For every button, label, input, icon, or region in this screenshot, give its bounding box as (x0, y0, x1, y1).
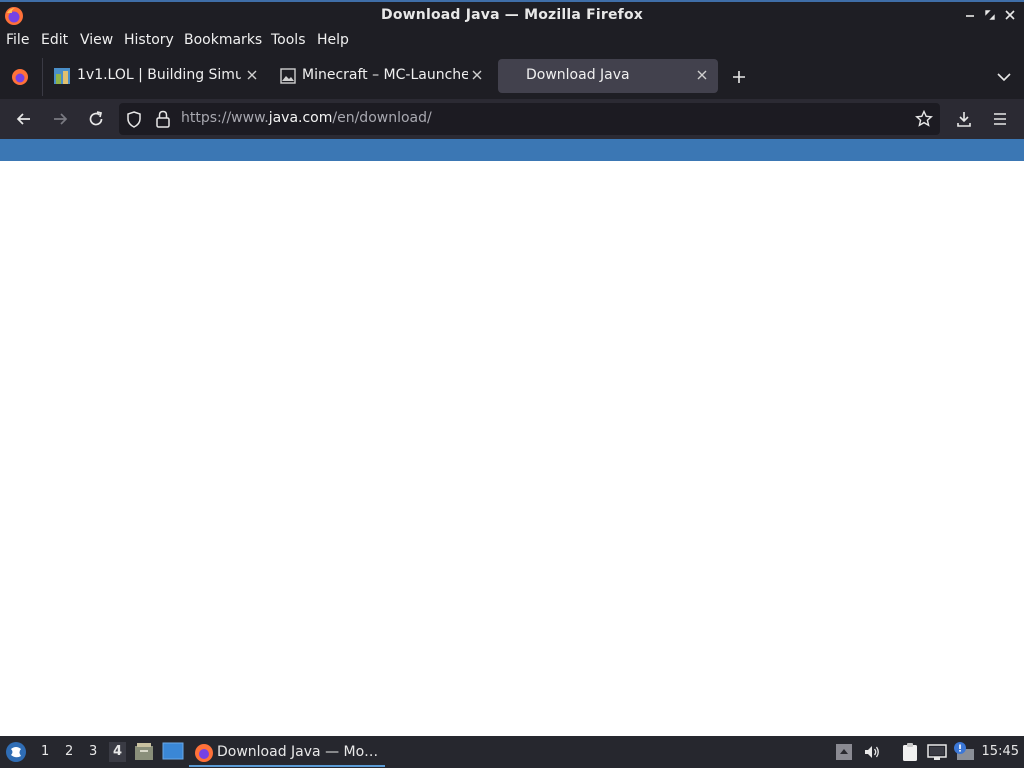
page-content (0, 161, 1024, 736)
url-prefix: https://www. (181, 110, 269, 126)
tracking-protection-shield-icon[interactable] (126, 111, 142, 128)
url-domain: java.com (268, 110, 333, 126)
tab-label: 1v1.LOL | Building Simulator (77, 67, 241, 83)
tab-divider (42, 58, 43, 96)
menu-bar: File Edit View History Bookmarks Tools H… (0, 29, 1024, 53)
workspace-1[interactable]: 1 (41, 744, 49, 759)
clock: 15:45 (981, 744, 1019, 759)
network-icon[interactable] (927, 742, 947, 762)
desktop-icon[interactable] (162, 742, 184, 761)
java-site-header-bar (0, 139, 1024, 161)
workspace-2[interactable]: 2 (65, 744, 73, 759)
tab-bar: 1v1.LOL | Building Simulator Minecraft –… (0, 53, 1024, 99)
tray-arrow-icon[interactable] (835, 743, 853, 761)
desktop-taskbar: 1 2 3 4 Download Java — Mo… 15:45 (0, 736, 1024, 768)
reload-icon[interactable] (86, 109, 106, 129)
window-title: Download Java — Mozilla Firefox (381, 7, 643, 23)
firefox-view-icon[interactable] (10, 67, 30, 87)
downloads-icon[interactable] (954, 109, 974, 129)
restore-icon[interactable] (983, 8, 997, 22)
menu-view[interactable]: View (80, 32, 113, 48)
minimize-icon[interactable] (963, 8, 977, 22)
close-tab-icon[interactable] (245, 68, 259, 82)
lock-icon[interactable] (155, 110, 171, 128)
file-manager-icon[interactable] (134, 741, 154, 761)
close-tab-icon[interactable] (470, 68, 484, 82)
close-window-icon[interactable] (1003, 8, 1017, 22)
menu-file[interactable]: File (6, 32, 29, 48)
menu-bookmarks[interactable]: Bookmarks (184, 32, 262, 48)
bookmark-star-icon[interactable] (915, 110, 933, 128)
volume-icon[interactable] (863, 743, 881, 761)
new-tab-plus-icon[interactable] (731, 69, 747, 85)
url-path: /en/download/ (332, 110, 432, 126)
start-menu-icon[interactable] (5, 741, 27, 763)
game-favicon-icon (54, 68, 70, 84)
hamburger-menu-icon[interactable] (990, 109, 1010, 129)
list-all-tabs-chevron-icon[interactable] (996, 70, 1012, 84)
tab-minecraft[interactable]: Minecraft – MC-Launcher (274, 59, 492, 93)
workspace-4[interactable]: 4 (109, 742, 127, 762)
tab-1v1lol[interactable]: 1v1.LOL | Building Simulator (48, 59, 266, 93)
menu-help[interactable]: Help (317, 32, 349, 48)
navigation-toolbar: https://www.java.com/en/download/ (0, 99, 1024, 139)
taskbar-window-firefox[interactable]: Download Java — Mo… (189, 739, 385, 767)
tab-label: Download Java (526, 67, 630, 83)
window-titlebar: Download Java — Mozilla Firefox (0, 0, 1024, 29)
firefox-icon (195, 744, 213, 762)
update-notifier-icon[interactable] (953, 741, 975, 761)
back-arrow-icon[interactable] (14, 109, 34, 129)
url-text[interactable]: https://www.java.com/en/download/ (181, 110, 432, 126)
url-bar[interactable]: https://www.java.com/en/download/ (119, 103, 940, 135)
menu-tools[interactable]: Tools (271, 32, 306, 48)
taskbar-window-label: Download Java — Mo… (217, 744, 379, 760)
menu-edit[interactable]: Edit (41, 32, 68, 48)
menu-history[interactable]: History (124, 32, 174, 48)
clipboard-icon[interactable] (900, 742, 920, 762)
tab-label: Minecraft – MC-Launcher (302, 67, 468, 83)
workspace-3[interactable]: 3 (89, 744, 97, 759)
forward-arrow-icon[interactable] (50, 109, 70, 129)
tab-download-java[interactable]: Download Java (498, 59, 718, 93)
image-placeholder-icon (280, 68, 296, 84)
close-tab-icon[interactable] (695, 68, 709, 82)
